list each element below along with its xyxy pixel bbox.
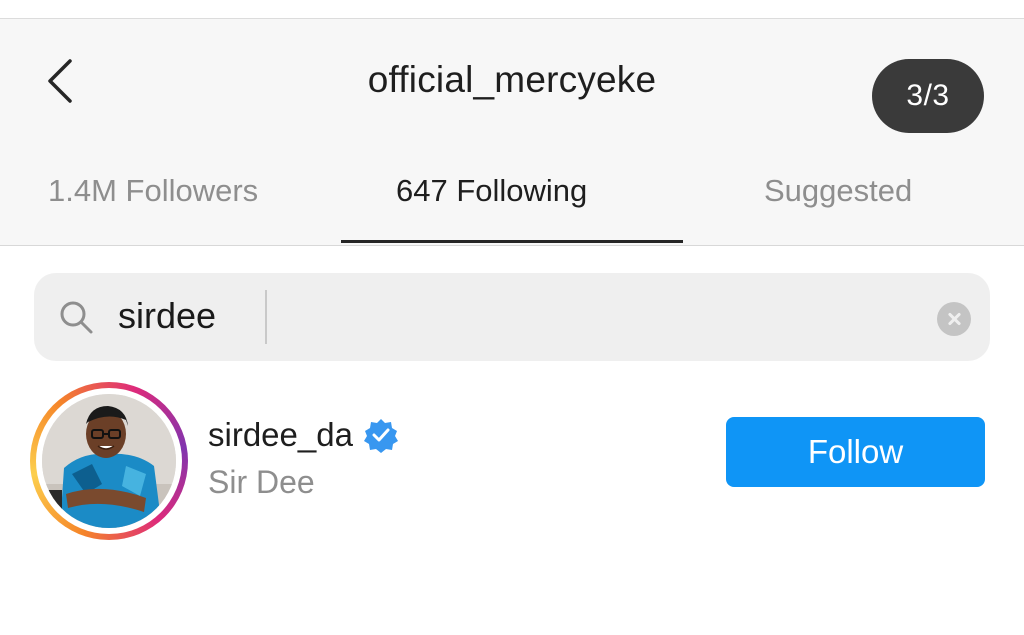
active-tab-indicator [341,240,683,243]
tab-followers[interactable]: 1.4M Followers [48,173,258,209]
tab-suggested[interactable]: Suggested [764,173,912,209]
tab-following[interactable]: 647 Following [396,173,587,209]
tab-bar: 1.4M Followers 647 Following Suggested [0,151,1024,245]
list-item[interactable]: sirdee_da Sir Dee Follow [0,376,1024,542]
username[interactable]: sirdee_da [208,416,353,454]
avatar[interactable] [42,394,176,528]
status-strip [0,0,1024,19]
chevron-left-icon [48,59,72,103]
page-title: official_mercyeke [367,59,657,100]
full-name: Sir Dee [208,464,315,500]
story-ring [30,382,188,540]
profile-header: official_mercyeke 3/3 1.4M Followers 647… [0,19,1024,246]
avatar-person-image [42,394,176,528]
search-input[interactable]: sirdee [118,295,216,337]
screen: official_mercyeke 3/3 1.4M Followers 647… [0,0,1024,635]
follow-button[interactable]: Follow [726,417,985,487]
text-caret [265,290,267,344]
search-bar[interactable]: sirdee [34,273,990,361]
page-counter-badge: 3/3 [872,59,984,133]
username-line: sirdee_da [208,416,399,454]
search-icon [60,301,93,334]
verified-badge-icon [363,419,398,453]
avatar-border [36,388,182,534]
clear-icon[interactable] [937,302,971,336]
back-button[interactable] [36,53,84,109]
